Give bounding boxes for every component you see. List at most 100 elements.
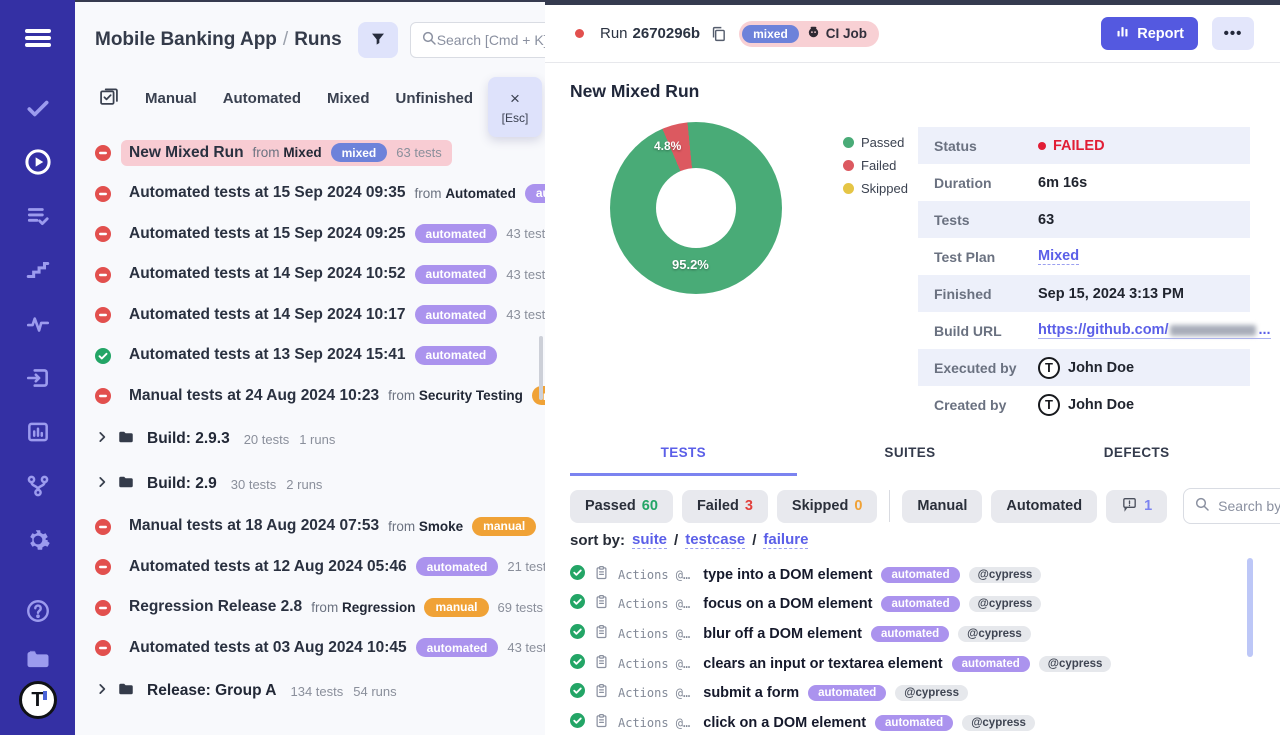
test-suite-path[interactable]: Actions @… (618, 568, 690, 582)
run-row[interactable]: Automated tests at 14 Sep 2024 10:52 aut… (95, 255, 545, 296)
branch-icon[interactable] (16, 464, 60, 508)
failed-count: 3 (745, 498, 753, 514)
test-name[interactable]: submit a form (703, 685, 799, 701)
test-name[interactable]: clears an input or textarea element (703, 656, 942, 672)
test-tag[interactable]: @cypress (958, 626, 1031, 642)
filter-button[interactable] (358, 22, 398, 58)
chevron-right-icon[interactable] (95, 430, 109, 449)
test-suite-path[interactable]: Actions @… (618, 716, 690, 730)
run-group-row[interactable]: Release: Group A 134 tests54 runs (95, 669, 545, 714)
filter-skipped-button[interactable]: Skipped0 (777, 490, 877, 523)
close-esc-button[interactable]: × [Esc] (488, 77, 542, 137)
test-row[interactable]: Actions @… blur off a DOM element automa… (570, 619, 1260, 649)
sort-by-suite[interactable]: suite (632, 531, 667, 549)
copy-run-id-button[interactable] (710, 25, 727, 43)
settings-gear-icon[interactable] (16, 518, 60, 562)
tab-tests[interactable]: TESTS (570, 445, 797, 476)
filter-passed-button[interactable]: Passed60 (570, 490, 673, 523)
test-row[interactable]: Actions @… clears an input or textarea e… (570, 649, 1260, 679)
projects-folder-icon[interactable] (16, 637, 60, 681)
report-button[interactable]: Report (1101, 17, 1198, 50)
test-badge: automated (875, 715, 953, 731)
sort-by-testcase[interactable]: testcase (685, 531, 745, 549)
chevron-right-icon[interactable] (95, 682, 109, 701)
run-row-selected[interactable]: New Mixed Run from Mixed mixed 63 tests (95, 133, 545, 174)
test-filters: Passed60 Failed3 Skipped0 Manual Automat… (570, 488, 1280, 524)
help-icon[interactable] (16, 589, 60, 633)
run-row[interactable]: Automated tests at 15 Sep 2024 09:35 fro… (95, 174, 545, 215)
run-badge: automated (415, 265, 498, 284)
run-badge: automated (415, 346, 498, 365)
main-sidebar: T (0, 0, 75, 735)
filter-manual-button[interactable]: Manual (902, 490, 982, 523)
tests-scrollbar[interactable] (1247, 558, 1253, 657)
detail-row-status: Status FAILED (918, 127, 1250, 164)
filter-automated-button[interactable]: Automated (991, 490, 1097, 523)
pulse-activity-icon[interactable] (16, 302, 60, 346)
run-row[interactable]: Manual tests at 18 Aug 2024 07:53 from S… (95, 507, 545, 548)
test-suite-path[interactable]: Actions @… (618, 627, 690, 641)
comments-filter-button[interactable]: 1 (1106, 490, 1167, 523)
test-suite-path[interactable]: Actions @… (618, 686, 690, 700)
run-row[interactable]: Automated tests at 13 Sep 2024 15:41 aut… (95, 336, 545, 377)
import-icon[interactable] (16, 356, 60, 400)
runs-scrollbar[interactable] (539, 336, 543, 400)
test-search-input[interactable] (1218, 498, 1280, 514)
more-actions-button[interactable]: ••• (1212, 17, 1254, 50)
tab-mixed[interactable]: Mixed (327, 90, 370, 107)
test-tag[interactable]: @cypress (895, 685, 968, 701)
chevron-right-icon[interactable] (95, 475, 109, 494)
failed-status-icon (95, 145, 111, 161)
test-suite-path[interactable]: Actions @… (618, 597, 690, 611)
tab-unfinished[interactable]: Unfinished (396, 90, 474, 107)
breadcrumb-separator: / (277, 29, 294, 50)
test-tag[interactable]: @cypress (969, 596, 1042, 612)
hamburger-menu-icon[interactable] (16, 16, 60, 60)
filter-failed-button[interactable]: Failed3 (682, 490, 768, 523)
test-name[interactable]: type into a DOM element (703, 567, 872, 583)
test-name[interactable]: click on a DOM element (703, 715, 866, 731)
test-plan-link[interactable]: Mixed (1038, 248, 1079, 265)
testomat-logo[interactable]: T (19, 681, 57, 719)
test-suite-path[interactable]: Actions @… (618, 657, 690, 671)
test-tag[interactable]: @cypress (1039, 656, 1112, 672)
test-tag[interactable]: @cypress (969, 567, 1042, 583)
test-row[interactable]: Actions @… submit a form automated @cypr… (570, 678, 1260, 708)
run-group-row[interactable]: Build: 2.9.3 20 tests1 runs (95, 417, 545, 462)
test-name[interactable]: blur off a DOM element (703, 626, 862, 642)
build-url-link[interactable]: https://github.com/... (1038, 322, 1271, 339)
test-name[interactable]: focus on a DOM element (703, 596, 872, 612)
tab-manual[interactable]: Manual (145, 90, 197, 107)
run-row[interactable]: Regression Release 2.8 from Regression m… (95, 588, 545, 629)
failed-status-icon (95, 226, 111, 242)
analytics-icon[interactable] (16, 410, 60, 454)
run-count: 63 tests (396, 145, 442, 160)
run-row[interactable]: Automated tests at 15 Sep 2024 09:25 aut… (95, 214, 545, 255)
run-row[interactable]: Automated tests at 03 Aug 2024 10:45 aut… (95, 628, 545, 669)
tests-check-icon[interactable] (16, 86, 60, 130)
steps-icon[interactable] (16, 248, 60, 292)
group-runs-count: 2 runs (286, 477, 322, 492)
runs-play-icon[interactable] (16, 140, 60, 184)
detail-row-tests: Tests 63 (918, 201, 1250, 238)
tab-automated[interactable]: Automated (223, 90, 301, 107)
sort-by-failure[interactable]: failure (763, 531, 808, 549)
run-row[interactable]: Automated tests at 14 Sep 2024 10:17 aut… (95, 295, 545, 336)
breadcrumb-project[interactable]: Mobile Banking App (95, 29, 277, 50)
tab-defects[interactable]: DEFECTS (1023, 445, 1250, 476)
test-tag[interactable]: @cypress (962, 715, 1035, 731)
group-title: Release: Group A (147, 682, 277, 700)
ci-job-pill[interactable]: mixed CI Job (739, 21, 879, 47)
test-plans-icon[interactable] (16, 194, 60, 238)
run-title: Automated tests at 14 Sep 2024 10:52 (129, 265, 406, 283)
select-runs-icon[interactable] (99, 86, 119, 111)
run-row[interactable]: Manual tests at 24 Aug 2024 10:23 from S… (95, 376, 545, 417)
run-row[interactable]: Automated tests at 12 Aug 2024 05:46 aut… (95, 547, 545, 588)
runs-search-input[interactable] (437, 32, 545, 48)
test-row[interactable]: Actions @… focus on a DOM element automa… (570, 590, 1260, 620)
test-row[interactable]: Actions @… type into a DOM element autom… (570, 560, 1260, 590)
run-group-row[interactable]: Build: 2.9 30 tests2 runs (95, 462, 545, 507)
tab-suites[interactable]: SUITES (797, 445, 1024, 476)
failed-dot-icon (1038, 142, 1046, 150)
test-row[interactable]: Actions @… click on a DOM element automa… (570, 708, 1260, 735)
